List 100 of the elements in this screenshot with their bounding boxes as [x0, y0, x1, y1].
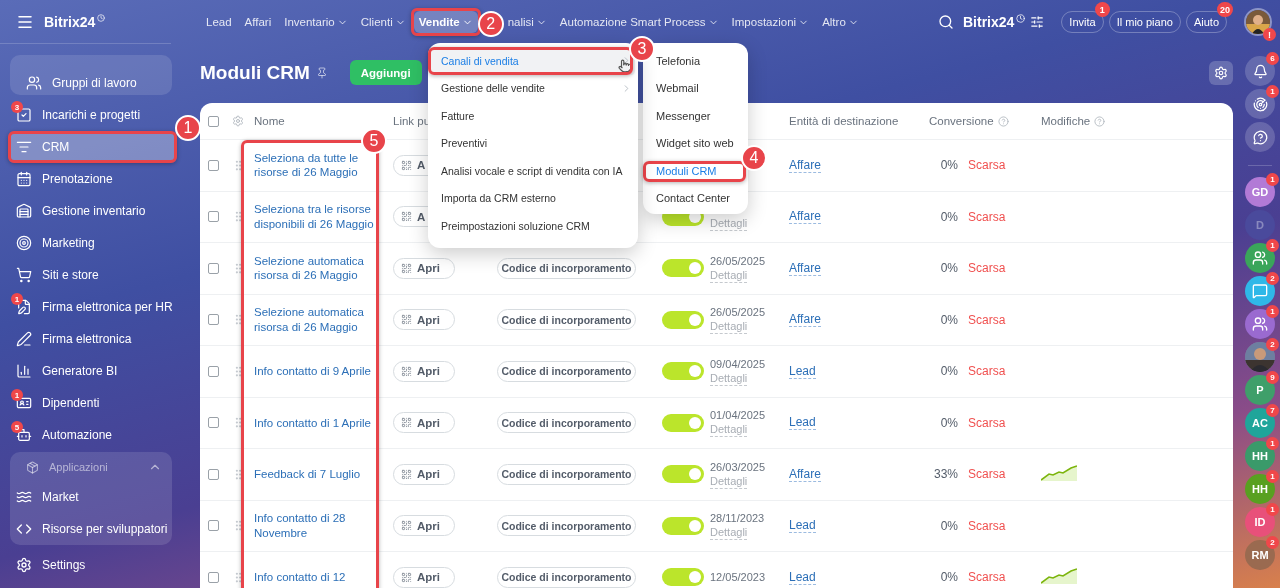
menu-item[interactable]: Fatture [431, 102, 635, 130]
sidebar-item[interactable]: Firma elettronica [10, 323, 175, 355]
sidebar-item[interactable]: Marketing [10, 227, 175, 259]
menu-item[interactable]: Preventivi [431, 129, 635, 157]
entity-link[interactable]: Lead [789, 415, 816, 431]
entity-link[interactable]: Affare [789, 260, 821, 276]
sidebar-item[interactable]: Generatore BI [10, 355, 175, 387]
sidebar-item[interactable]: Gruppi di lavoro [20, 71, 162, 95]
count-badge: 6 [1266, 52, 1279, 65]
embed-code-button[interactable]: Codice di incorporamento [497, 360, 636, 382]
sidebar-item[interactable]: Siti e store [10, 259, 175, 291]
form-name-link[interactable]: Info contatto di 1 Aprile [254, 415, 376, 430]
embed-code-button[interactable]: Codice di incorporamento [497, 412, 636, 434]
entity-link[interactable]: Lead [789, 569, 816, 585]
sidebar-item[interactable]: Market [10, 481, 172, 513]
entity-link[interactable]: Affare [789, 209, 821, 225]
pin-icon[interactable] [315, 66, 328, 79]
checkbox[interactable] [208, 159, 219, 171]
form-name-link[interactable]: Seleziona tra le risorse disponibili di 26 Maggio [254, 202, 376, 232]
checkbox[interactable] [208, 365, 219, 377]
form-name-link[interactable]: Info contatto di 12 [254, 570, 376, 585]
form-name-link[interactable]: Info contatto di 28 Novembre [254, 511, 376, 541]
open-button[interactable]: Apri [393, 412, 455, 434]
toggle-switch[interactable] [662, 413, 704, 432]
embed-code-button[interactable]: Codice di incorporamento [497, 257, 636, 279]
sidebar-item[interactable]: Prenotazione [10, 163, 175, 195]
embed-code-button[interactable]: Codice di incorporamento [497, 309, 636, 331]
menu-item[interactable]: Webmail [656, 74, 736, 102]
entity-link[interactable]: Affare [789, 312, 821, 328]
contact-avatar[interactable] [1245, 243, 1275, 273]
embed-code-button[interactable]: Codice di incorporamento [497, 515, 636, 537]
sidebar-item[interactable]: 1 Firma elettronica per HR [10, 291, 175, 323]
menu-item[interactable]: Moduli CRM [656, 160, 736, 182]
nav-item[interactable]: Inventario [279, 11, 353, 33]
apps-group-header[interactable]: Applicazioni [10, 453, 172, 481]
menu-item[interactable]: Messenger [656, 102, 736, 130]
entity-link[interactable]: Affare [789, 466, 821, 482]
sidebar-item[interactable]: Settings [10, 549, 175, 581]
entity-link[interactable]: Affare [789, 157, 821, 173]
nav-item[interactable]: Affari [239, 11, 277, 33]
qr-code-icon [401, 468, 412, 480]
toggle-switch[interactable] [662, 362, 704, 381]
settings-button[interactable] [1209, 60, 1233, 85]
count-badge: 1 [1266, 437, 1279, 450]
search-icon[interactable] [938, 14, 954, 30]
sidebar-item[interactable]: 3 Incarichi e progetti [10, 99, 175, 131]
menu-item[interactable]: Gestione delle vendite [431, 74, 635, 102]
nav-item[interactable]: Vendite [413, 11, 478, 33]
nav-item[interactable]: Impostazioni [726, 11, 815, 33]
sidebar-item[interactable]: Gestione inventario [10, 195, 175, 227]
sidebar-item[interactable]: 1 Dipendenti [10, 387, 175, 419]
nav-item[interactable]: nalisi [502, 11, 552, 33]
entity-link[interactable]: Lead [789, 518, 816, 534]
form-name-link[interactable]: Selezione automatica risorsa di 26 Maggio [254, 305, 376, 335]
contact-avatar[interactable] [1245, 342, 1275, 372]
checkbox[interactable] [208, 262, 219, 274]
open-button[interactable]: Apri [393, 463, 455, 485]
menu-item[interactable]: Telefonia [656, 47, 736, 75]
embed-code-button[interactable]: Codice di incorporamento [497, 463, 636, 485]
count-badge: 1 [1266, 239, 1279, 252]
rail-button[interactable] [1245, 89, 1275, 119]
nav-item[interactable]: Clienti [355, 11, 411, 33]
checkbox[interactable] [208, 520, 219, 532]
checkbox[interactable] [208, 115, 219, 127]
entity-link[interactable]: Lead [789, 363, 816, 379]
contact-avatar[interactable] [1245, 309, 1275, 339]
rail-button[interactable] [1245, 56, 1275, 86]
sidebar-item[interactable]: 5 Automazione [10, 419, 175, 451]
open-button[interactable]: Apri [393, 360, 455, 382]
nav-item[interactable]: Automazione Smart Process [554, 11, 724, 33]
contact-avatar[interactable] [1245, 276, 1275, 306]
toggle-switch[interactable] [662, 568, 704, 587]
checkbox[interactable] [208, 417, 219, 429]
open-button[interactable]: Apri [393, 515, 455, 537]
open-button[interactable]: Apri [393, 309, 455, 331]
open-button[interactable]: Apri [393, 257, 455, 279]
toggle-switch[interactable] [662, 465, 704, 484]
checkbox[interactable] [208, 468, 219, 480]
embed-code-button[interactable]: Codice di incorporamento [497, 566, 636, 588]
rail-button[interactable] [1245, 122, 1275, 152]
settings-icon[interactable] [232, 115, 244, 127]
toggle-switch[interactable] [662, 516, 704, 535]
page-title: Moduli CRM [200, 61, 310, 84]
nav-item[interactable]: Altro [817, 11, 864, 33]
form-name-link[interactable]: Feedback di 7 Luglio [254, 467, 376, 482]
menu-item[interactable]: Widget sito web [656, 129, 736, 157]
checkbox[interactable] [208, 211, 219, 223]
toggle-switch[interactable] [662, 310, 704, 329]
sidebar-item[interactable]: CRM [10, 131, 175, 163]
form-name-link[interactable]: Selezione automatica risorsa di 26 Maggio [254, 253, 376, 283]
menu-item[interactable]: Contact Center [656, 184, 736, 212]
sidebar-item[interactable]: Risorse per sviluppatori [10, 513, 172, 545]
checkbox[interactable] [208, 314, 219, 326]
checkbox[interactable] [208, 571, 219, 583]
nav-item[interactable]: Lead [201, 11, 237, 33]
sliders-icon[interactable] [1030, 15, 1045, 29]
open-button[interactable]: Apri [393, 566, 455, 588]
settings-icon [1214, 65, 1228, 80]
toggle-switch[interactable] [662, 259, 704, 278]
form-name-link[interactable]: Info contatto di 9 Aprile [254, 364, 376, 379]
